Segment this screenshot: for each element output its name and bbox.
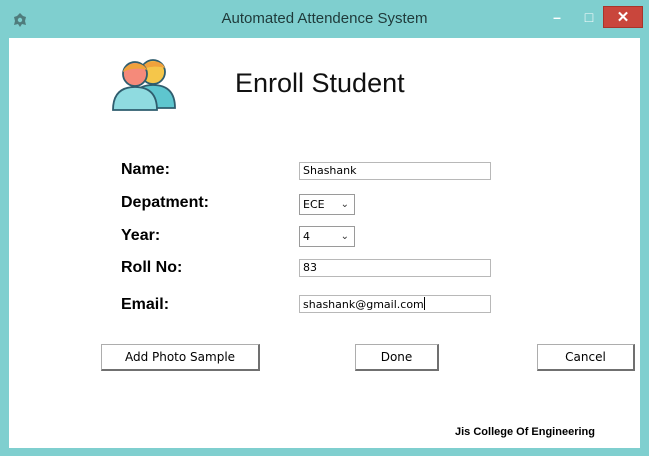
department-select[interactable]: ECE ⌄ — [299, 194, 355, 215]
done-button[interactable]: Done — [355, 344, 439, 371]
minimize-button[interactable]: – — [540, 6, 574, 28]
email-field[interactable]: shashank@gmail.com — [299, 295, 491, 313]
cancel-button[interactable]: Cancel — [537, 344, 635, 371]
roll-no-label: Roll No: — [121, 259, 183, 276]
maximize-button[interactable]: □ — [574, 6, 604, 28]
year-label: Year: — [121, 227, 161, 244]
year-value: 4 — [303, 230, 310, 243]
title-bar[interactable]: Automated Attendence System – □ ✕ — [0, 0, 649, 38]
chevron-down-icon: ⌄ — [340, 199, 349, 210]
year-select[interactable]: 4 ⌄ — [299, 226, 355, 247]
roll-no-value: 83 — [303, 261, 317, 274]
chevron-down-icon: ⌄ — [340, 231, 349, 242]
footer-text: Jis College Of Engineering — [455, 426, 595, 438]
roll-no-field[interactable]: 83 — [299, 259, 491, 277]
email-label: Email: — [121, 296, 170, 313]
close-button[interactable]: ✕ — [603, 6, 643, 28]
page-title: Enroll Student — [235, 68, 405, 98]
app-window: Automated Attendence System – □ ✕ Enroll… — [0, 0, 649, 456]
client-area: Enroll Student Name: Shashank Depatment:… — [9, 38, 640, 448]
name-label: Name: — [121, 161, 170, 178]
add-photo-sample-button[interactable]: Add Photo Sample — [101, 344, 260, 371]
users-icon — [112, 59, 176, 111]
name-value: Shashank — [303, 164, 357, 177]
department-value: ECE — [303, 198, 325, 211]
department-label: Depatment: — [121, 194, 210, 211]
text-caret — [423, 297, 425, 310]
email-value: shashank@gmail.com — [303, 298, 424, 311]
name-field[interactable]: Shashank — [299, 162, 491, 180]
